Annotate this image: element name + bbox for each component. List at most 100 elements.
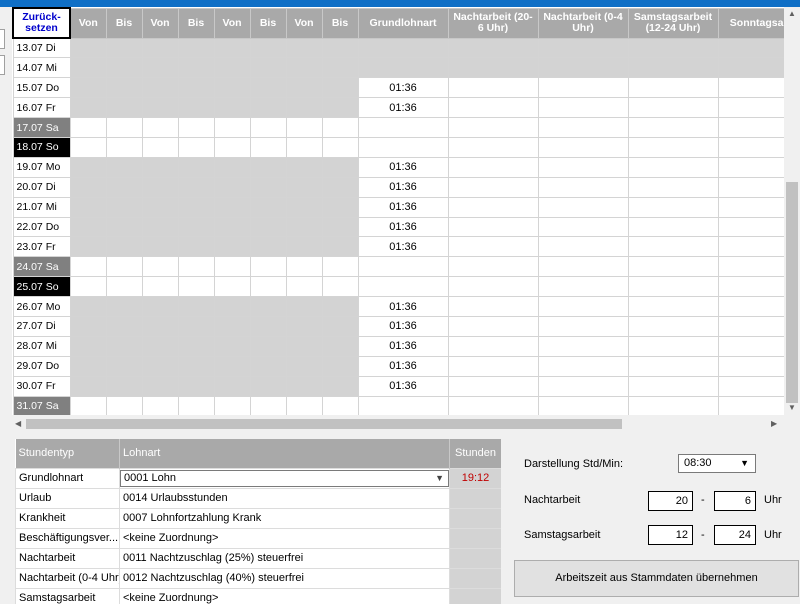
time-cell[interactable] xyxy=(177,335,215,357)
time-cell[interactable] xyxy=(285,77,323,99)
time-cell[interactable] xyxy=(285,375,323,397)
time-cell[interactable] xyxy=(177,256,215,278)
time-cell[interactable] xyxy=(213,296,251,317)
time-cell[interactable] xyxy=(321,97,359,119)
time-cell[interactable] xyxy=(285,296,323,317)
time-cell[interactable] xyxy=(105,315,143,337)
left-panel-field[interactable] xyxy=(0,55,5,75)
time-cell[interactable] xyxy=(321,395,359,415)
time-cell[interactable] xyxy=(285,276,323,298)
table-row[interactable]: 15.07 Do 01:36 xyxy=(12,77,784,99)
table-row[interactable]: Urlaub 0014 Urlaubsstunden xyxy=(15,487,501,509)
time-cell[interactable] xyxy=(249,335,287,357)
time-cell[interactable] xyxy=(285,216,323,238)
time-cell[interactable] xyxy=(213,37,251,59)
time-cell[interactable] xyxy=(105,136,143,158)
time-cell[interactable] xyxy=(177,375,215,397)
time-cell[interactable] xyxy=(249,57,287,79)
time-cell[interactable] xyxy=(321,57,359,79)
time-cell[interactable] xyxy=(141,395,179,415)
vertical-scroll-thumb[interactable] xyxy=(786,182,798,403)
time-cell[interactable] xyxy=(249,97,287,119)
time-cell[interactable] xyxy=(141,335,179,357)
time-cell[interactable] xyxy=(321,196,359,218)
time-cell[interactable] xyxy=(105,296,143,317)
vertical-scrollbar[interactable]: ▲ ▼ xyxy=(784,7,800,415)
time-cell[interactable] xyxy=(177,276,215,298)
time-cell[interactable] xyxy=(177,37,215,59)
time-cell[interactable] xyxy=(105,176,143,198)
time-cell[interactable] xyxy=(249,256,287,278)
time-cell[interactable] xyxy=(285,156,323,178)
time-cell[interactable] xyxy=(285,395,323,415)
table-row[interactable]: 26.07 Mo 01:36 xyxy=(12,296,784,317)
time-cell[interactable] xyxy=(213,236,251,258)
time-cell[interactable] xyxy=(69,97,107,119)
time-cell[interactable] xyxy=(321,276,359,298)
time-cell[interactable] xyxy=(105,77,143,99)
time-cell[interactable] xyxy=(249,136,287,158)
lohnart-cell[interactable]: 0012 Nachtzuschlag (40%) steuerfrei xyxy=(119,567,450,589)
time-cell[interactable] xyxy=(321,176,359,198)
time-cell[interactable] xyxy=(213,196,251,218)
table-row[interactable]: 23.07 Fr 01:36 xyxy=(12,236,784,258)
lohnart-cell[interactable]: 0011 Nachtzuschlag (25%) steuerfrei xyxy=(119,547,450,569)
time-cell[interactable] xyxy=(105,216,143,238)
time-cell[interactable] xyxy=(177,296,215,317)
time-cell[interactable] xyxy=(141,296,179,317)
time-cell[interactable] xyxy=(213,57,251,79)
time-cell[interactable] xyxy=(249,355,287,377)
scroll-down-icon[interactable]: ▼ xyxy=(788,403,796,413)
time-cell[interactable] xyxy=(285,57,323,79)
time-cell[interactable] xyxy=(69,37,107,59)
time-cell[interactable] xyxy=(69,136,107,158)
time-cell[interactable] xyxy=(69,176,107,198)
time-cell[interactable] xyxy=(141,236,179,258)
time-cell[interactable] xyxy=(177,315,215,337)
time-cell[interactable] xyxy=(321,117,359,138)
lohnart-cell[interactable]: 0014 Urlaubsstunden xyxy=(119,487,450,509)
time-cell[interactable] xyxy=(249,37,287,59)
darstellung-select[interactable]: 08:30 ▼ xyxy=(678,454,756,473)
time-cell[interactable] xyxy=(141,77,179,99)
time-cell[interactable] xyxy=(285,37,323,59)
time-cell[interactable] xyxy=(285,136,323,158)
time-cell[interactable] xyxy=(285,256,323,278)
time-cell[interactable] xyxy=(69,335,107,357)
time-cell[interactable] xyxy=(321,315,359,337)
table-row[interactable]: 31.07 Sa xyxy=(12,395,784,415)
time-cell[interactable] xyxy=(177,196,215,218)
table-row[interactable]: Grundlohnart 0001 Lohn ▼ 19:12 xyxy=(15,467,501,489)
lohnart-cell[interactable]: <keine Zuordnung> xyxy=(119,587,450,604)
time-cell[interactable] xyxy=(321,236,359,258)
time-cell[interactable] xyxy=(285,315,323,337)
time-cell[interactable] xyxy=(105,236,143,258)
table-row[interactable]: 14.07 Mi xyxy=(12,57,784,79)
time-cell[interactable] xyxy=(285,335,323,357)
time-cell[interactable] xyxy=(69,276,107,298)
time-cell[interactable] xyxy=(177,355,215,377)
time-cell[interactable] xyxy=(69,117,107,138)
time-cell[interactable] xyxy=(177,236,215,258)
time-cell[interactable] xyxy=(285,97,323,119)
time-cell[interactable] xyxy=(69,196,107,218)
time-cell[interactable] xyxy=(69,355,107,377)
time-cell[interactable] xyxy=(213,156,251,178)
nacht-from-input[interactable]: 20 xyxy=(648,491,693,511)
table-row[interactable]: Krankheit 0007 Lohnfortzahlung Krank xyxy=(15,507,501,529)
time-cell[interactable] xyxy=(213,315,251,337)
time-cell[interactable] xyxy=(213,395,251,415)
table-row[interactable]: 19.07 Mo 01:36 xyxy=(12,156,784,178)
time-cell[interactable] xyxy=(105,156,143,178)
time-cell[interactable] xyxy=(105,335,143,357)
scroll-up-icon[interactable]: ▲ xyxy=(788,9,796,19)
time-cell[interactable] xyxy=(177,57,215,79)
time-cell[interactable] xyxy=(105,97,143,119)
time-cell[interactable] xyxy=(141,97,179,119)
time-cell[interactable] xyxy=(177,176,215,198)
table-row[interactable]: 24.07 Sa xyxy=(12,256,784,278)
time-cell[interactable] xyxy=(141,196,179,218)
time-cell[interactable] xyxy=(141,156,179,178)
time-cell[interactable] xyxy=(141,57,179,79)
time-cell[interactable] xyxy=(105,37,143,59)
